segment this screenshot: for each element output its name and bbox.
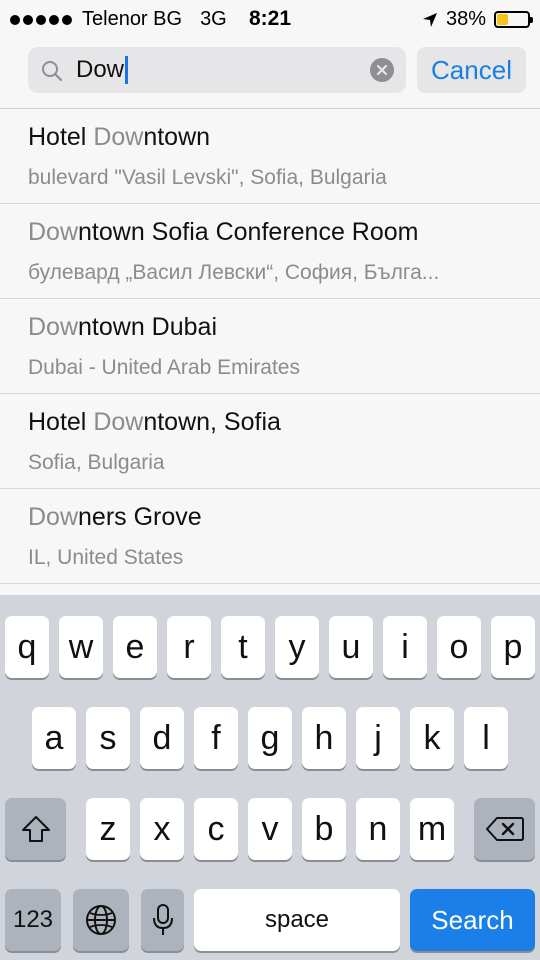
result-subtitle: IL, United States: [28, 546, 184, 569]
shift-icon: [21, 816, 50, 842]
key-r[interactable]: r: [167, 616, 211, 678]
delete-key[interactable]: [474, 798, 535, 860]
search-input[interactable]: Dow: [76, 56, 129, 84]
title-suffix: ntown Sofia Conference Room: [78, 218, 419, 246]
keyboard: q w e r t y u i o p a s d f g h j k l z …: [0, 595, 540, 960]
title-match: Dow: [28, 218, 79, 246]
title-suffix: ntown, Sofia: [143, 408, 281, 436]
shift-key[interactable]: [5, 798, 66, 860]
search-field[interactable]: Dow: [28, 47, 406, 93]
dictation-key[interactable]: [141, 889, 184, 951]
key-h[interactable]: h: [302, 707, 346, 769]
delete-icon: [485, 817, 524, 841]
status-right: 38%: [422, 8, 533, 31]
microphone-icon: [152, 904, 173, 935]
search-input-value: Dow: [76, 56, 125, 83]
title-match: Dow: [28, 313, 79, 341]
key-z[interactable]: z: [86, 798, 130, 860]
result-title: Downers Grove: [28, 503, 202, 532]
key-p[interactable]: p: [491, 616, 535, 678]
key-n[interactable]: n: [356, 798, 400, 860]
key-s[interactable]: s: [86, 707, 130, 769]
title-prefix: Hotel: [28, 123, 94, 151]
result-title: Downtown Sofia Conference Room: [28, 218, 418, 247]
key-e[interactable]: e: [113, 616, 157, 678]
result-title: Hotel Downtown, Sofia: [28, 408, 281, 437]
key-a[interactable]: a: [32, 707, 76, 769]
search-key[interactable]: Search: [410, 889, 535, 951]
key-x[interactable]: x: [140, 798, 184, 860]
numbers-key[interactable]: 123: [5, 889, 61, 951]
search-results-list: Hotel Downtown bulevard "Vasil Levski", …: [0, 109, 540, 584]
key-b[interactable]: b: [302, 798, 346, 860]
location-arrow-icon: [422, 12, 437, 27]
battery-fill: [497, 14, 509, 25]
battery-percentage: 38%: [445, 8, 486, 30]
result-title: Hotel Downtown: [28, 123, 210, 152]
result-subtitle: булевард „Васил Левски“, София, Бълга...: [28, 261, 440, 284]
result-subtitle: Dubai - United Arab Emirates: [28, 356, 300, 379]
key-m[interactable]: m: [410, 798, 454, 860]
key-j[interactable]: j: [356, 707, 400, 769]
title-suffix: ners Grove: [78, 503, 202, 531]
key-y[interactable]: y: [275, 616, 319, 678]
title-match: Dow: [93, 123, 144, 151]
title-suffix: ntown Dubai: [78, 313, 217, 341]
space-key[interactable]: space: [194, 889, 400, 951]
key-w[interactable]: w: [59, 616, 103, 678]
text-caret: [125, 56, 129, 84]
key-i[interactable]: i: [383, 616, 427, 678]
key-k[interactable]: k: [410, 707, 454, 769]
key-c[interactable]: c: [194, 798, 238, 860]
title-prefix: Hotel: [28, 408, 94, 436]
cancel-button[interactable]: Cancel: [417, 47, 526, 93]
key-f[interactable]: f: [194, 707, 238, 769]
close-icon: [376, 64, 388, 76]
key-t[interactable]: t: [221, 616, 265, 678]
result-subtitle: bulevard "Vasil Levski", Sofia, Bulgaria: [28, 166, 387, 189]
list-item[interactable]: Hotel Downtown bulevard "Vasil Levski", …: [0, 109, 540, 204]
search-bar: Dow Cancel: [0, 38, 540, 109]
list-item[interactable]: Downers Grove IL, United States: [0, 489, 540, 584]
key-l[interactable]: l: [464, 707, 508, 769]
battery-icon: [494, 11, 533, 28]
result-subtitle: Sofia, Bulgaria: [28, 451, 165, 474]
key-d[interactable]: d: [140, 707, 184, 769]
title-match: Dow: [93, 408, 144, 436]
key-q[interactable]: q: [5, 616, 49, 678]
key-v[interactable]: v: [248, 798, 292, 860]
title-match: Dow: [28, 503, 79, 531]
key-u[interactable]: u: [329, 616, 373, 678]
status-bar: Telenor BG 3G 8:21 38%: [0, 0, 540, 38]
search-icon: [42, 61, 63, 82]
globe-icon: [86, 905, 116, 935]
list-item[interactable]: Downtown Dubai Dubai - United Arab Emira…: [0, 299, 540, 394]
key-o[interactable]: o: [437, 616, 481, 678]
globe-key[interactable]: [73, 889, 129, 951]
result-title: Downtown Dubai: [28, 313, 217, 342]
list-item[interactable]: Downtown Sofia Conference Room булевард …: [0, 204, 540, 299]
list-item[interactable]: Hotel Downtown, Sofia Sofia, Bulgaria: [0, 394, 540, 489]
clear-text-icon[interactable]: [370, 58, 394, 82]
key-g[interactable]: g: [248, 707, 292, 769]
title-suffix: ntown: [143, 123, 211, 151]
